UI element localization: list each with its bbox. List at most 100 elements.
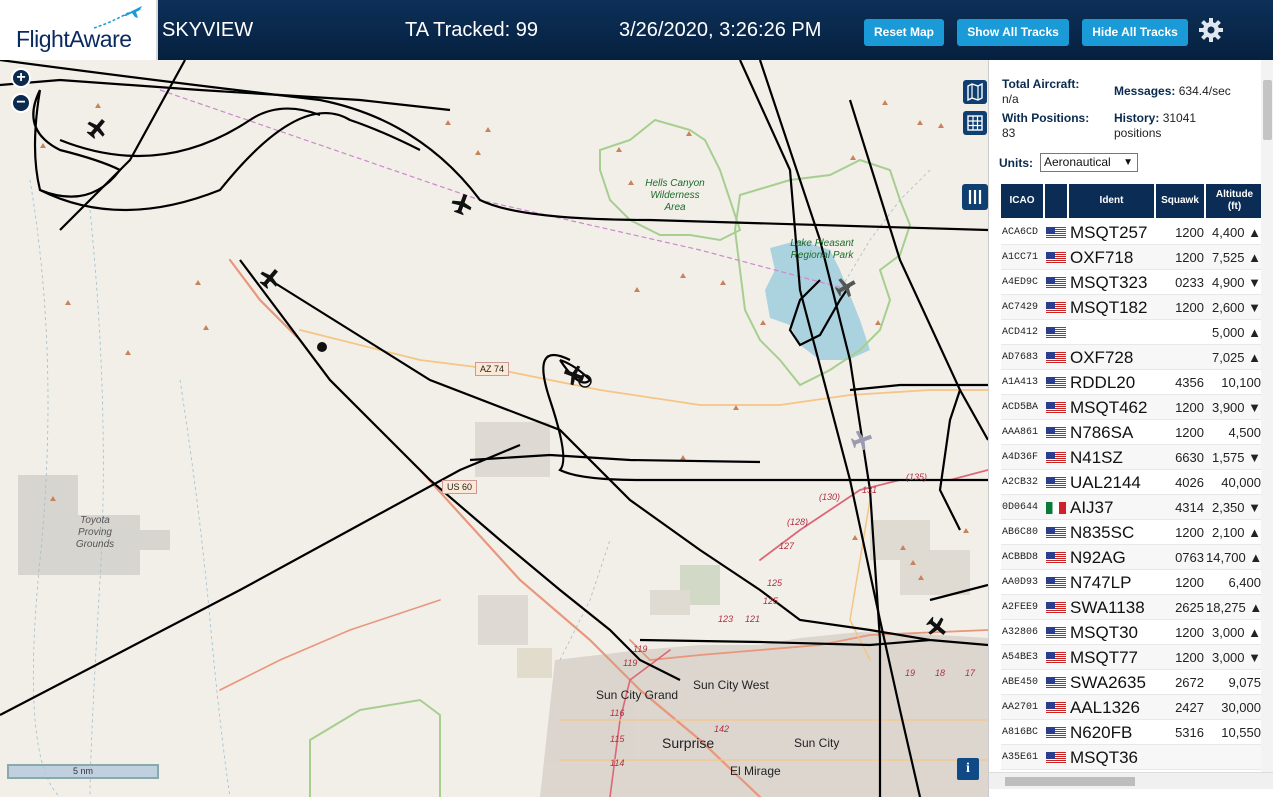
aircraft-row[interactable]: AAA861 N786SA 1200 4,500 bbox=[1001, 420, 1263, 445]
icao-cell: ABE450 bbox=[1002, 677, 1039, 688]
ident-cell: MSQT182 bbox=[1070, 298, 1148, 317]
ident-cell: AIJ37 bbox=[1070, 498, 1114, 517]
aircraft-row[interactable]: AD7683 OXF728 7,025 ▲ bbox=[1001, 345, 1263, 370]
us-flag-icon bbox=[1046, 402, 1066, 414]
aircraft-row[interactable]: 0D0644 AIJ37 4314 2,350 ▼ bbox=[1001, 495, 1263, 520]
us-flag-icon bbox=[1046, 352, 1066, 364]
aircraft-row[interactable]: A1A413 RDDL20 4356 10,100 bbox=[1001, 370, 1263, 395]
reset-map-button[interactable]: Reset Map bbox=[864, 19, 944, 46]
aircraft-row[interactable]: A816BC N620FB 5316 10,550 bbox=[1001, 720, 1263, 745]
squawk-cell: 1200 bbox=[1175, 300, 1204, 315]
hide-all-tracks-button[interactable]: Hide All Tracks bbox=[1082, 19, 1188, 46]
scrollbar-thumb[interactable] bbox=[1005, 777, 1135, 786]
icao-cell: A4D36F bbox=[1002, 452, 1039, 463]
route-127-label: 127 bbox=[779, 541, 795, 551]
column-header-squawk[interactable]: Squawk bbox=[1156, 184, 1204, 218]
column-toggle-button[interactable] bbox=[962, 184, 988, 210]
aircraft-row[interactable]: A54BE3 MSQT77 1200 3,000 ▼ bbox=[1001, 645, 1263, 670]
route-119a-label: 119 bbox=[633, 644, 648, 654]
aircraft-row[interactable]: AC7429 MSQT182 1200 2,600 ▼ bbox=[1001, 295, 1263, 320]
altitude-cell: 10,100 bbox=[1221, 375, 1261, 390]
ident-cell: RDDL20 bbox=[1070, 373, 1136, 392]
map-canvas[interactable]: Hells Canyon Wilderness Area Lake Pleasa… bbox=[0, 60, 988, 797]
aircraft-row[interactable]: A2CB32 UAL2144 4026 40,000 bbox=[1001, 470, 1263, 495]
column-header-ident[interactable]: Ident bbox=[1069, 184, 1154, 218]
us-flag-icon bbox=[1046, 752, 1066, 764]
squawk-cell: 1200 bbox=[1175, 625, 1204, 640]
column-header-altitude[interactable]: Altitude (ft) bbox=[1206, 184, 1263, 218]
ident-cell: N41SZ bbox=[1070, 448, 1123, 467]
messages-value: 634.4/sec bbox=[1178, 84, 1231, 98]
altitude-cell: 3,900 ▼ bbox=[1211, 400, 1261, 415]
us-flag-icon bbox=[1046, 677, 1066, 689]
altitude-cell: 9,075 bbox=[1228, 675, 1261, 690]
urban-areas bbox=[18, 422, 988, 797]
altitude-cell: 18,275 ▲ bbox=[1206, 600, 1263, 615]
gear-icon[interactable] bbox=[1198, 17, 1224, 43]
aircraft-row[interactable]: A35E61 MSQT36 bbox=[1001, 745, 1263, 770]
icao-cell: ACA6CD bbox=[1002, 227, 1039, 238]
aircraft-row[interactable]: A4ED9C MSQT323 0233 4,900 ▼ bbox=[1001, 270, 1263, 295]
icao-cell: A1A413 bbox=[1002, 377, 1039, 388]
scrollbar-thumb[interactable] bbox=[1263, 80, 1272, 140]
scale-bar: 5 nm bbox=[7, 764, 159, 779]
aircraft-row[interactable]: A32806 MSQT30 1200 3,000 ▲ bbox=[1001, 620, 1263, 645]
route-125a-label: 125 bbox=[767, 578, 783, 588]
vertical-scrollbar[interactable] bbox=[1261, 60, 1273, 772]
squawk-cell: 5316 bbox=[1175, 725, 1204, 740]
map-layers-button[interactable] bbox=[963, 80, 987, 104]
total-aircraft-label: Total Aircraft: bbox=[1002, 77, 1080, 91]
units-select[interactable]: Aeronautical ▼ bbox=[1040, 153, 1138, 172]
icao-cell: A2CB32 bbox=[1002, 477, 1039, 488]
flightaware-logo[interactable]: FlightAware bbox=[0, 0, 158, 60]
aircraft-row[interactable]: ACD412 5,000 ▲ bbox=[1001, 320, 1263, 345]
us-flag-icon bbox=[1046, 302, 1066, 314]
sun-city-label: Sun City bbox=[794, 736, 840, 750]
aircraft-row[interactable]: A4D36F N41SZ 6630 1,575 ▼ bbox=[1001, 445, 1263, 470]
altitude-cell: 14,700 ▲ bbox=[1206, 550, 1263, 565]
column-header-flag[interactable] bbox=[1045, 184, 1067, 218]
ident-cell: N92AG bbox=[1070, 548, 1126, 567]
zoom-in-button[interactable]: + bbox=[11, 68, 31, 88]
ident-cell: AAL1326 bbox=[1070, 698, 1140, 717]
column-header-icao[interactable]: ICAO bbox=[1001, 184, 1043, 218]
route-135-label: (135) bbox=[906, 472, 928, 482]
horizontal-scrollbar[interactable] bbox=[989, 772, 1273, 789]
aircraft-row[interactable]: A1CC71 OXF718 1200 7,525 ▲ bbox=[1001, 245, 1263, 270]
icao-cell: ACD412 bbox=[1002, 327, 1039, 338]
aircraft-row[interactable]: ACBBD8 N92AG 0763 14,700 ▲ bbox=[1001, 545, 1263, 570]
icao-cell: AA2701 bbox=[1002, 702, 1039, 713]
us-flag-icon bbox=[1046, 377, 1066, 389]
aircraft-row[interactable]: ABE450 SWA2635 2672 9,075 bbox=[1001, 670, 1263, 695]
squawk-cell: 2427 bbox=[1175, 700, 1204, 715]
squawk-cell: 1200 bbox=[1175, 650, 1204, 665]
squawk-cell bbox=[1166, 320, 1204, 345]
icao-cell: A54BE3 bbox=[1002, 652, 1039, 663]
altitude-cell: 3,000 ▼ bbox=[1211, 650, 1261, 665]
aircraft-row[interactable]: A2FEE9 SWA1138 2625 18,275 ▲ bbox=[1001, 595, 1263, 620]
icao-cell: A816BC bbox=[1002, 727, 1039, 738]
icao-cell: AB6C80 bbox=[1002, 527, 1039, 538]
aircraft-row[interactable]: ACA6CD MSQT257 1200 4,400 ▲ bbox=[1001, 220, 1263, 245]
aircraft-row[interactable]: AA2701 AAL1326 2427 30,000 bbox=[1001, 695, 1263, 720]
zoom-out-button[interactable]: − bbox=[11, 93, 31, 113]
aircraft-row[interactable]: AB6C80 N835SC 1200 2,100 ▲ bbox=[1001, 520, 1263, 545]
squawk-cell: 4356 bbox=[1175, 375, 1204, 390]
icao-cell: A1CC71 bbox=[1002, 252, 1039, 263]
aircraft-row[interactable]: AA0D93 N747LP 1200 6,400 bbox=[1001, 570, 1263, 595]
ident-cell: OXF728 bbox=[1070, 348, 1134, 367]
ident-cell: N620FB bbox=[1070, 723, 1133, 742]
info-button[interactable]: i bbox=[957, 758, 979, 780]
ident-cell: OXF718 bbox=[1070, 248, 1134, 267]
us-flag-icon bbox=[1046, 452, 1066, 464]
sun-city-west-label: Sun City West bbox=[693, 678, 769, 692]
total-aircraft-value: n/a bbox=[1002, 92, 1019, 106]
altitude-cell: 7,525 ▲ bbox=[1211, 250, 1261, 265]
columns-icon bbox=[968, 190, 982, 204]
show-all-tracks-button[interactable]: Show All Tracks bbox=[957, 19, 1069, 46]
altitude-cell: 4,900 ▼ bbox=[1211, 275, 1261, 290]
map-grid-button[interactable] bbox=[963, 111, 987, 135]
with-positions-label: With Positions: bbox=[1002, 111, 1090, 125]
squawk-cell: 6630 bbox=[1175, 450, 1204, 465]
aircraft-row[interactable]: ACD5BA MSQT462 1200 3,900 ▼ bbox=[1001, 395, 1263, 420]
